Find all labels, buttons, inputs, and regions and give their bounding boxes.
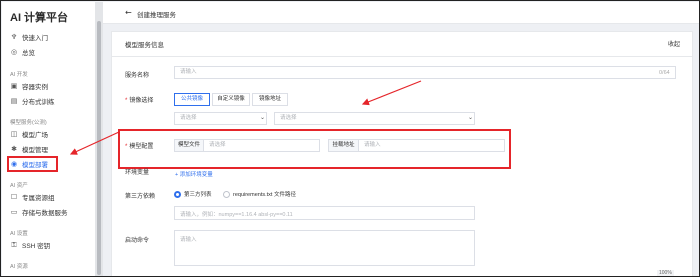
sidebar-item-model-management[interactable]: ✱ 模型管理 [10,144,48,154]
container-icon: ▣ [10,82,18,90]
image-label-text: 镜像选择 [129,98,154,104]
sidebar-item-storage[interactable]: ▭ 存储与数据服务 [10,207,68,217]
tab-public-image[interactable]: 公共镜像 [174,93,210,106]
service-name-input[interactable]: 请输入 [174,66,676,79]
resource-group-icon: ☐ [10,193,18,201]
chevron-down-icon: ⌄ [468,114,474,121]
service-name-counter: 0/64 [659,70,670,76]
key-icon: ⚿ [11,241,17,249]
sidebar-item-label: 容器实例 [22,84,48,91]
square-icon: ◫ [10,130,18,138]
sidebar-section-model-service: 模型服务(公测) [10,120,47,126]
sidebar-item-distributed-training[interactable]: ▤ 分布式训练 [10,96,55,106]
collapse-button[interactable]: 收起 [668,39,680,48]
sidebar-item-label: SSH 密钥 [22,243,51,250]
startup-command-label: 启动命令 [125,238,150,244]
page-header [103,2,699,24]
sidebar-item-overview[interactable]: ◎ 总览 [10,47,35,57]
card-divider [111,56,693,57]
rocket-icon: ♆ [10,33,18,41]
sidebar-item-label: 模型管理 [22,147,48,154]
sidebar-item-container-instance[interactable]: ▣ 容器实例 [10,81,48,91]
radio-dot [223,190,230,198]
sidebar-item-quick-start[interactable]: ♆ 快速入门 [10,32,48,42]
sidebar-section-ai-assets: AI 资产 [10,183,28,189]
sidebar-section-ai-resources: AI 资源 [10,264,28,270]
page-title: 创建推理服务 [137,12,176,19]
radio-label: 第三方列表 [184,192,212,198]
third-party-label: 第三方依赖 [125,194,156,200]
model-config-highlight-box [118,129,511,169]
sidebar-item-label: 总览 [22,50,35,57]
third-party-textarea[interactable]: 请输入，例如：numpy==1.16.4 absl-py==0.11 [174,206,475,220]
sidebar-item-ssh-key[interactable]: ⚿ SSH 密钥 [10,240,50,250]
app-title: AI 计算平台 [10,12,69,24]
sidebar-highlight-box [7,156,58,172]
sidebar-section-ai-settings: AI 设置 [10,231,28,237]
sidebar-scrollbar-thumb[interactable] [97,21,101,275]
startup-command-textarea[interactable]: 请输入 [174,230,475,266]
image-select-secondary[interactable]: 请选择 [274,112,475,125]
service-name-label: 服务名称 [125,73,150,79]
card-title: 模型服务信息 [125,42,164,49]
radio-requirements-path[interactable]: requirements.txt 文件路径 [223,190,296,198]
sidebar-item-label: 存储与数据服务 [22,210,68,217]
tab-image-address[interactable]: 镜像地址 [252,93,288,106]
image-select-primary[interactable]: 请选择 [174,112,267,125]
env-vars-label: 环境变量 [125,170,150,176]
radio-label: requirements.txt 文件路径 [233,192,296,198]
chevron-down-icon: ⌄ [260,114,266,121]
storage-icon: ▭ [10,208,18,216]
tab-custom-image[interactable]: 自定义镜像 [212,93,250,106]
zoom-indicator: 100% [657,270,674,276]
sidebar-item-label: 快速入门 [22,35,48,42]
sidebar-item-label: 分布式训练 [22,99,55,106]
radio-third-party-list[interactable]: 第三方列表 [174,190,212,198]
sidebar-item-label: 专属资源组 [22,195,55,202]
sidebar-section-ai-dev: AI 开发 [10,72,28,78]
training-icon: ▤ [10,97,18,105]
sidebar-item-dedicated-resource[interactable]: ☐ 专属资源组 [10,192,55,202]
radio-dot [174,190,181,198]
back-arrow-icon[interactable]: ← [125,8,132,17]
required-mark: * [125,98,128,104]
sidebar-item-model-square[interactable]: ◫ 模型广场 [10,129,48,139]
image-label: * 镜像选择 [125,95,153,104]
window-frame: AI 计算平台 ♆ 快速入门 ◎ 总览 AI 开发 ▣ 容器实例 ▤ 分布式训练… [0,0,700,277]
add-env-var-link[interactable]: + 添加环境变量 [175,170,213,178]
sidebar-item-label: 模型广场 [22,132,48,139]
overview-icon: ◎ [10,48,18,56]
model-icon: ✱ [11,145,17,153]
